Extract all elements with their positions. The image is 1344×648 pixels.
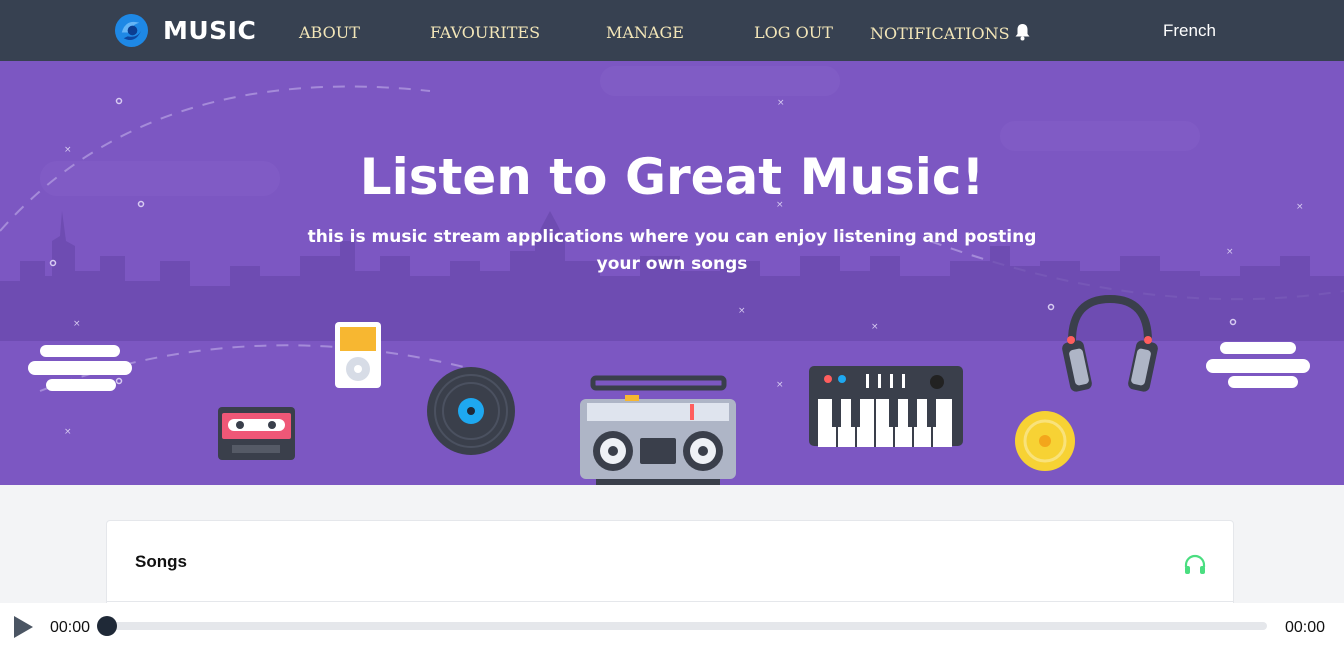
songs-title: Songs xyxy=(135,552,187,571)
svg-text:×: × xyxy=(73,319,81,329)
svg-text:×: × xyxy=(738,306,746,316)
bell-icon xyxy=(1015,24,1030,41)
headphones-icon xyxy=(1184,554,1206,574)
nav-link-notifications-label: NOTIFICATIONS xyxy=(870,24,1010,43)
nav-link-manage[interactable]: MANAGE xyxy=(606,23,684,42)
duration: 00:00 xyxy=(1285,619,1326,636)
nav-link-logout[interactable]: LOG OUT xyxy=(754,23,833,42)
songs-card-header: Songs xyxy=(107,521,1233,602)
progress-handle[interactable] xyxy=(97,616,117,636)
svg-text:×: × xyxy=(1226,247,1234,257)
top-navbar: MUSIC ABOUT FAVOURITES MANAGE LOG OUT NO… xyxy=(0,0,1344,61)
audio-player: 00:00 00:00 xyxy=(0,603,1344,648)
current-time: 00:00 xyxy=(50,619,91,636)
logo-icon[interactable] xyxy=(114,13,149,48)
svg-text:×: × xyxy=(871,322,879,332)
hero-title: Listen to Great Music! xyxy=(359,148,985,206)
svg-text:×: × xyxy=(776,380,784,390)
svg-text:×: × xyxy=(64,427,72,437)
play-icon[interactable] xyxy=(12,615,34,639)
nav-link-favourites[interactable]: FAVOURITES xyxy=(430,23,540,42)
logo-text[interactable]: MUSIC xyxy=(163,16,256,45)
progress-track[interactable] xyxy=(108,622,1267,630)
nav-link-notifications[interactable]: NOTIFICATIONS xyxy=(870,23,1031,43)
svg-text:×: × xyxy=(777,98,785,108)
language-selector[interactable]: French xyxy=(1163,21,1216,41)
hero-banner: × × × × × × × × × × Listen to Great Music! this i… xyxy=(0,61,1344,485)
hero-subtitle: this is music stream applications where … xyxy=(307,227,1037,274)
nav-link-about[interactable]: ABOUT xyxy=(299,23,360,42)
